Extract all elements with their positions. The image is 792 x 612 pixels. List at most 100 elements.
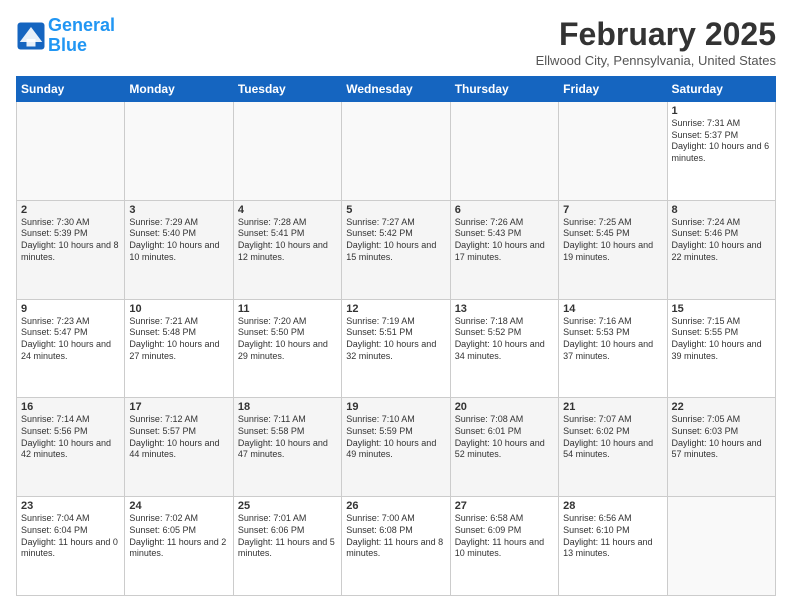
day-info: Sunrise: 7:19 AM Sunset: 5:51 PM Dayligh…: [346, 316, 445, 363]
day-number: 11: [238, 303, 337, 315]
day-info: Sunrise: 7:26 AM Sunset: 5:43 PM Dayligh…: [455, 217, 554, 264]
logo-line2: Blue: [48, 35, 87, 55]
day-number: 17: [129, 401, 228, 413]
day-number: 28: [563, 500, 662, 512]
day-number: 27: [455, 500, 554, 512]
day-number: 21: [563, 401, 662, 413]
calendar-header-row: Sunday Monday Tuesday Wednesday Thursday…: [17, 77, 776, 102]
col-monday: Monday: [125, 77, 233, 102]
table-row: 16Sunrise: 7:14 AM Sunset: 5:56 PM Dayli…: [17, 398, 125, 497]
day-info: Sunrise: 7:12 AM Sunset: 5:57 PM Dayligh…: [129, 414, 228, 461]
day-number: 12: [346, 303, 445, 315]
location: Ellwood City, Pennsylvania, United State…: [536, 53, 776, 68]
table-row: 5Sunrise: 7:27 AM Sunset: 5:42 PM Daylig…: [342, 200, 450, 299]
day-number: 1: [672, 105, 771, 117]
table-row: 23Sunrise: 7:04 AM Sunset: 6:04 PM Dayli…: [17, 497, 125, 596]
table-row: [17, 102, 125, 201]
title-block: February 2025 Ellwood City, Pennsylvania…: [536, 16, 776, 68]
day-info: Sunrise: 7:05 AM Sunset: 6:03 PM Dayligh…: [672, 414, 771, 461]
day-number: 20: [455, 401, 554, 413]
day-info: Sunrise: 7:21 AM Sunset: 5:48 PM Dayligh…: [129, 316, 228, 363]
table-row: 25Sunrise: 7:01 AM Sunset: 6:06 PM Dayli…: [233, 497, 341, 596]
col-wednesday: Wednesday: [342, 77, 450, 102]
table-row: [125, 102, 233, 201]
day-number: 6: [455, 204, 554, 216]
day-info: Sunrise: 7:25 AM Sunset: 5:45 PM Dayligh…: [563, 217, 662, 264]
day-number: 18: [238, 401, 337, 413]
day-number: 24: [129, 500, 228, 512]
day-info: Sunrise: 7:30 AM Sunset: 5:39 PM Dayligh…: [21, 217, 120, 264]
day-info: Sunrise: 7:04 AM Sunset: 6:04 PM Dayligh…: [21, 513, 120, 560]
page: General Blue February 2025 Ellwood City,…: [0, 0, 792, 612]
table-row: 22Sunrise: 7:05 AM Sunset: 6:03 PM Dayli…: [667, 398, 775, 497]
table-row: 1Sunrise: 7:31 AM Sunset: 5:37 PM Daylig…: [667, 102, 775, 201]
day-number: 13: [455, 303, 554, 315]
table-row: 17Sunrise: 7:12 AM Sunset: 5:57 PM Dayli…: [125, 398, 233, 497]
day-number: 19: [346, 401, 445, 413]
table-row: 6Sunrise: 7:26 AM Sunset: 5:43 PM Daylig…: [450, 200, 558, 299]
table-row: 26Sunrise: 7:00 AM Sunset: 6:08 PM Dayli…: [342, 497, 450, 596]
table-row: [559, 102, 667, 201]
table-row: 7Sunrise: 7:25 AM Sunset: 5:45 PM Daylig…: [559, 200, 667, 299]
day-number: 8: [672, 204, 771, 216]
day-info: Sunrise: 6:58 AM Sunset: 6:09 PM Dayligh…: [455, 513, 554, 560]
day-number: 26: [346, 500, 445, 512]
table-row: 14Sunrise: 7:16 AM Sunset: 5:53 PM Dayli…: [559, 299, 667, 398]
col-sunday: Sunday: [17, 77, 125, 102]
day-info: Sunrise: 7:01 AM Sunset: 6:06 PM Dayligh…: [238, 513, 337, 560]
day-info: Sunrise: 7:28 AM Sunset: 5:41 PM Dayligh…: [238, 217, 337, 264]
day-info: Sunrise: 7:20 AM Sunset: 5:50 PM Dayligh…: [238, 316, 337, 363]
day-number: 22: [672, 401, 771, 413]
day-info: Sunrise: 7:16 AM Sunset: 5:53 PM Dayligh…: [563, 316, 662, 363]
table-row: 18Sunrise: 7:11 AM Sunset: 5:58 PM Dayli…: [233, 398, 341, 497]
col-saturday: Saturday: [667, 77, 775, 102]
table-row: 3Sunrise: 7:29 AM Sunset: 5:40 PM Daylig…: [125, 200, 233, 299]
day-info: Sunrise: 7:00 AM Sunset: 6:08 PM Dayligh…: [346, 513, 445, 560]
logo-text: General Blue: [48, 16, 115, 56]
day-number: 9: [21, 303, 120, 315]
table-row: 11Sunrise: 7:20 AM Sunset: 5:50 PM Dayli…: [233, 299, 341, 398]
table-row: 24Sunrise: 7:02 AM Sunset: 6:05 PM Dayli…: [125, 497, 233, 596]
day-info: Sunrise: 7:27 AM Sunset: 5:42 PM Dayligh…: [346, 217, 445, 264]
calendar-table: Sunday Monday Tuesday Wednesday Thursday…: [16, 76, 776, 596]
day-number: 23: [21, 500, 120, 512]
table-row: 12Sunrise: 7:19 AM Sunset: 5:51 PM Dayli…: [342, 299, 450, 398]
table-row: [667, 497, 775, 596]
logo-line1: General: [48, 15, 115, 35]
day-info: Sunrise: 7:11 AM Sunset: 5:58 PM Dayligh…: [238, 414, 337, 461]
day-info: Sunrise: 7:29 AM Sunset: 5:40 PM Dayligh…: [129, 217, 228, 264]
day-info: Sunrise: 7:23 AM Sunset: 5:47 PM Dayligh…: [21, 316, 120, 363]
day-number: 16: [21, 401, 120, 413]
col-thursday: Thursday: [450, 77, 558, 102]
table-row: 27Sunrise: 6:58 AM Sunset: 6:09 PM Dayli…: [450, 497, 558, 596]
table-row: 13Sunrise: 7:18 AM Sunset: 5:52 PM Dayli…: [450, 299, 558, 398]
table-row: 2Sunrise: 7:30 AM Sunset: 5:39 PM Daylig…: [17, 200, 125, 299]
day-info: Sunrise: 7:24 AM Sunset: 5:46 PM Dayligh…: [672, 217, 771, 264]
day-info: Sunrise: 7:07 AM Sunset: 6:02 PM Dayligh…: [563, 414, 662, 461]
day-number: 14: [563, 303, 662, 315]
day-info: Sunrise: 7:10 AM Sunset: 5:59 PM Dayligh…: [346, 414, 445, 461]
table-row: 19Sunrise: 7:10 AM Sunset: 5:59 PM Dayli…: [342, 398, 450, 497]
table-row: [233, 102, 341, 201]
day-number: 2: [21, 204, 120, 216]
logo: General Blue: [16, 16, 115, 56]
header: General Blue February 2025 Ellwood City,…: [16, 16, 776, 68]
day-number: 25: [238, 500, 337, 512]
day-info: Sunrise: 7:18 AM Sunset: 5:52 PM Dayligh…: [455, 316, 554, 363]
col-friday: Friday: [559, 77, 667, 102]
day-number: 7: [563, 204, 662, 216]
day-number: 4: [238, 204, 337, 216]
day-info: Sunrise: 7:08 AM Sunset: 6:01 PM Dayligh…: [455, 414, 554, 461]
day-number: 5: [346, 204, 445, 216]
table-row: 4Sunrise: 7:28 AM Sunset: 5:41 PM Daylig…: [233, 200, 341, 299]
table-row: 15Sunrise: 7:15 AM Sunset: 5:55 PM Dayli…: [667, 299, 775, 398]
table-row: 21Sunrise: 7:07 AM Sunset: 6:02 PM Dayli…: [559, 398, 667, 497]
table-row: [450, 102, 558, 201]
table-row: 20Sunrise: 7:08 AM Sunset: 6:01 PM Dayli…: [450, 398, 558, 497]
month-title: February 2025: [536, 16, 776, 53]
day-info: Sunrise: 7:02 AM Sunset: 6:05 PM Dayligh…: [129, 513, 228, 560]
day-number: 15: [672, 303, 771, 315]
table-row: 28Sunrise: 6:56 AM Sunset: 6:10 PM Dayli…: [559, 497, 667, 596]
table-row: 8Sunrise: 7:24 AM Sunset: 5:46 PM Daylig…: [667, 200, 775, 299]
day-info: Sunrise: 7:15 AM Sunset: 5:55 PM Dayligh…: [672, 316, 771, 363]
